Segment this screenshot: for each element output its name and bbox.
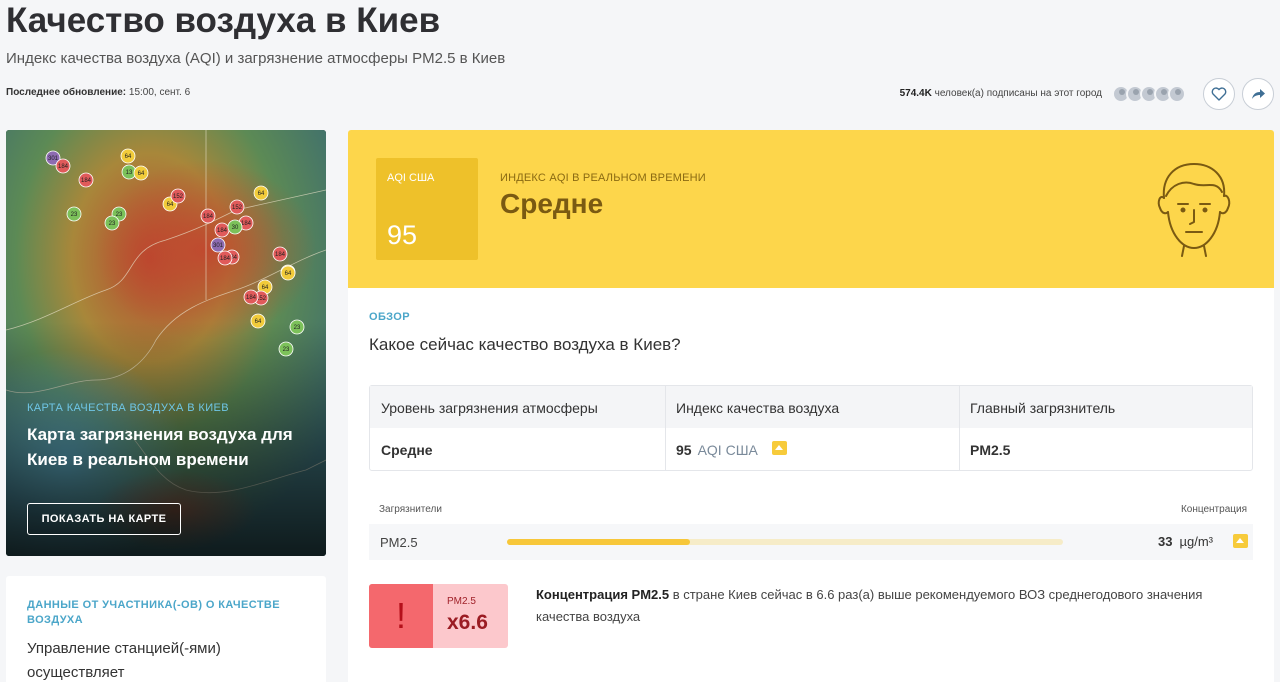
aqi-up-indicator-icon	[771, 441, 787, 456]
pollutants-header: Загрязнители	[379, 504, 442, 515]
map-station-label: 30	[232, 225, 239, 231]
map-station-label: 23	[294, 325, 301, 331]
map-station-label: 64	[258, 191, 265, 197]
face-icon	[1157, 163, 1231, 257]
page-subtitle: Индекс качества воздуха (AQI) и загрязне…	[6, 50, 506, 67]
map-station-label: 23	[116, 212, 123, 218]
map-station-label: 184	[217, 228, 228, 234]
map-kicker: КАРТА КАЧЕСТВА ВОЗДУХА В КИЕВ	[27, 402, 229, 414]
map-station-label: 184	[81, 178, 92, 184]
concentration-header: Концентрация	[1180, 504, 1247, 515]
overview-kicker: ОБЗОР	[369, 311, 410, 323]
map-heading: Карта загрязнения воздуха для Киев в реа…	[27, 425, 293, 469]
pollutant-row[interactable]: PM2.5 33 µg/m³	[369, 524, 1253, 560]
last-update: Последнее обновление: 15:00, сент. 6	[6, 87, 190, 98]
table-header-aqi: Индекс качества воздуха	[665, 386, 959, 428]
overview-question: Какое сейчас качество воздуха в Киев?	[369, 335, 681, 354]
table-header-level: Уровень загрязнения атмосферы	[370, 386, 665, 428]
map-station-label: 64	[125, 154, 132, 160]
last-update-value: 15:00, сент. 6	[126, 87, 191, 98]
map-station-label: 64	[285, 271, 292, 277]
map-station-label: 23	[109, 221, 116, 227]
pollutant-concentration: 33 µg/m³	[1158, 534, 1213, 549]
share-button[interactable]	[1242, 78, 1274, 110]
share-arrow-icon	[1252, 89, 1265, 99]
map-station-label: 23	[283, 347, 290, 353]
map-station-label: 64	[138, 171, 145, 177]
air-quality-map-card[interactable]: 301 184 184 64 13 64 64 23 152 184 184 23 23 64 152 184…	[6, 130, 326, 556]
aqi-value-box: AQI США 95	[376, 158, 478, 260]
multiplier-label: PM2.5	[447, 596, 476, 607]
pollutant-bar-fill	[507, 539, 691, 545]
map-station-label: 23	[71, 212, 78, 218]
who-comparison-text: Концентрация PM2.5 в стране Киев сейчас …	[536, 584, 1206, 628]
subscribers-label: человек(а) подписаны на этот город	[931, 88, 1102, 99]
summary-table: Уровень загрязнения атмосферы Индекс кач…	[369, 385, 1253, 471]
map-station-label: 64	[255, 319, 262, 325]
aqi-level: Средне	[500, 188, 604, 219]
map-station-label: 184	[275, 252, 286, 258]
pollutant-bar-track	[507, 539, 1063, 545]
table-cell-pollutant: PM2.5	[970, 442, 1011, 458]
aqi-panel: AQI США 95 ИНДЕКС AQI В РЕАЛЬНОМ ВРЕМЕНИ…	[348, 130, 1274, 288]
aqi-box-label: AQI США	[387, 172, 435, 184]
table-aqi-value: 95	[676, 442, 692, 458]
subscribers-count: 574.4K	[899, 88, 932, 99]
pollutant-unit: µg/m³	[1179, 534, 1214, 549]
map-station-label: 184	[220, 256, 231, 262]
aqi-kicker: ИНДЕКС AQI В РЕАЛЬНОМ ВРЕМЕНИ	[500, 172, 706, 184]
subscriber-avatars	[1112, 84, 1196, 104]
avatar	[1168, 85, 1186, 103]
subscribers-text: 574.4K человек(а) подписаны на этот горо…	[900, 88, 1102, 99]
map-station-label: 13	[126, 170, 133, 176]
multiplier-value: x6.6	[447, 611, 488, 634]
page-title: Качество воздуха в Киев	[6, 1, 441, 40]
map-station-label: 64	[167, 202, 174, 208]
map-caption: КАРТА КАЧЕСТВА ВОЗДУХА В КИЕВ Карта загр…	[27, 402, 317, 472]
pollutant-name: PM2.5	[380, 535, 418, 550]
map-station-label: 301	[213, 243, 224, 249]
map-station-label: 184	[246, 295, 257, 301]
who-multiplier-box: ! PM2.5 x6.6	[369, 584, 508, 648]
table-header-pollutant: Главный загрязнитель	[959, 386, 1252, 428]
contributors-card: ДАННЫЕ ОТ УЧАСТНИКА(-ОВ) О КАЧЕСТВЕ ВОЗД…	[6, 576, 326, 682]
map-station-label: 184	[203, 214, 214, 220]
table-cell-aqi: 95 AQI США	[665, 428, 959, 470]
alert-icon: !	[369, 584, 433, 648]
heart-icon	[1211, 87, 1227, 101]
map-station-label: 64	[262, 285, 269, 291]
show-on-map-button[interactable]: ПОКАЗАТЬ НА КАРТЕ	[27, 503, 181, 535]
map-station-label: 301	[48, 156, 59, 162]
contributors-text: Управление станцией(-ями) осуществляет	[27, 640, 221, 681]
pollutant-value: 33	[1158, 534, 1173, 549]
aqi-value: 95	[387, 220, 418, 250]
map-station-label: 152	[173, 194, 184, 200]
table-cell-level: Средне	[381, 442, 433, 458]
map-station-label: 184	[58, 164, 69, 170]
map-station-label: 184	[241, 221, 252, 227]
pollutant-up-indicator-icon	[1233, 534, 1248, 548]
contributors-kicker: ДАННЫЕ ОТ УЧАСТНИКА(-ОВ) О КАЧЕСТВЕ ВОЗД…	[27, 599, 281, 626]
favorite-button[interactable]	[1203, 78, 1235, 110]
table-aqi-unit: AQI США	[697, 442, 758, 458]
map-station-label: 152	[232, 205, 243, 211]
who-text-bold: Концентрация PM2.5	[536, 587, 670, 602]
aqi-main-card: AQI США 95 ИНДЕКС AQI В РЕАЛЬНОМ ВРЕМЕНИ…	[348, 130, 1274, 682]
air-quality-map: 3011841846413 646423152184184232364152184…	[6, 130, 326, 556]
last-update-label: Последнее обновление:	[6, 87, 127, 98]
